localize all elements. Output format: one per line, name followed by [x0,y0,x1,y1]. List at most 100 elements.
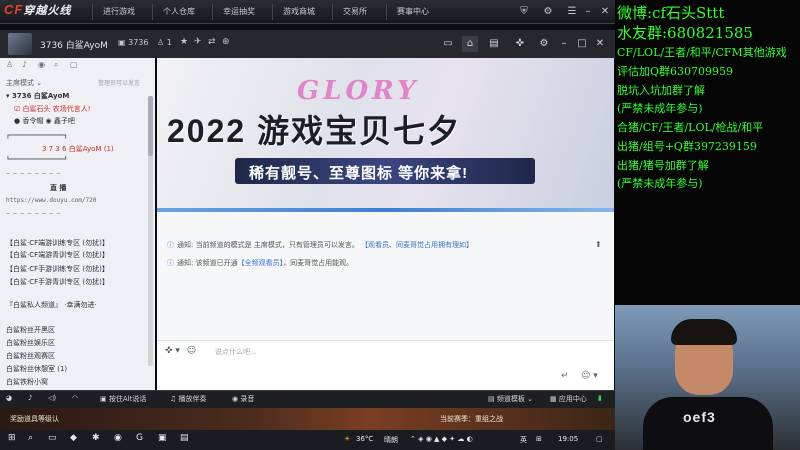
tab-store[interactable]: 游戏商城 [272,4,325,20]
tab-lucky-draw[interactable]: 幸运抽奖 [212,4,265,20]
list-item[interactable]: 『白鲨私人频道』 ·幸满勿进· [6,300,97,310]
promo-banner[interactable]: GLORY 2022 游戏宝贝七夕 稀有靓号、至尊图标 等你来拿! [157,58,614,212]
tray-icons[interactable]: ⌃ ◈ ◉ ▲ ◆ ✦ ☁ ◐ [410,435,473,443]
list-item[interactable]: 【白鲨·CF手游青训专区 (勿扰)】 [6,277,109,287]
game-background-strip: 奖励道具等级认 当前赛季：重组之战 [0,408,615,430]
ime-indicator[interactable]: 英 [520,435,527,445]
input-icon[interactable]: ⊞ [536,435,542,443]
close-icon[interactable]: ✕ [592,36,608,52]
search-icon[interactable]: ⌕ [54,60,58,70]
more-icon[interactable]: ⊕ [222,37,230,47]
minimize-icon[interactable]: – [580,4,596,20]
settings-icon[interactable]: ⚙ [540,4,556,20]
game-logo[interactable]: CF穿越火线 [4,2,71,18]
overlay-line: 评估加Q群630709959 [617,65,734,78]
screen: CF穿越火线 进行游戏 个人仓库 幸运抽奖 游戏商城 交易所 赛事中心 ⛨ ⚙ … [0,0,800,450]
logo-sub: 穿越火线 [23,5,72,17]
star-icon[interactable]: ★ [180,37,188,47]
emoji-picker-icon[interactable]: ☺ [187,346,196,356]
app-icon[interactable]: ✱ [92,433,100,443]
tab-exchange[interactable]: 交易所 [332,4,377,20]
banner-script: GLORY [297,76,420,106]
list-item[interactable]: ● 香令帽 ◉ 鑫子吧 [14,116,75,126]
gamepad-icon[interactable]: ✜ ▾ [165,346,180,356]
maximize-icon[interactable]: □ [574,36,590,52]
list-item[interactable]: 白鲨粉丝休憩室 (1) [6,364,67,374]
notice-label: 通知: [177,259,194,267]
member-count: ♙ 1 [157,38,172,47]
user-icon[interactable]: ♙ [6,60,13,69]
task-view-icon[interactable]: ▭ [48,433,57,443]
play-music-button[interactable]: ♫ 播放伴奏 [170,394,207,404]
chat-icon[interactable]: ▢ [70,60,78,69]
headset-icon[interactable]: ◠ [72,394,78,402]
list-item[interactable]: ☑ 白鲨石头 农场代言人! [14,104,91,114]
channel-root[interactable]: ▾ 3736 白鲨AyoM [6,91,69,101]
list-item[interactable]: 直 播 [50,183,66,193]
list-item[interactable]: 白鲨粉丝娱乐区 [6,338,55,348]
share-icon[interactable]: ⇄ [208,37,216,47]
weather-text[interactable]: 晴朗 [384,435,398,445]
clock[interactable]: 19:05 [558,435,578,443]
list-item[interactable]: 3 7 3 6 白鲨AyoM (1) [42,144,114,154]
windows-taskbar: ⊞ ⌕ ▭ ◆ ✱ ◉ G ▣ ▤ ☀ 36°C 晴朗 ⌃ ◈ ◉ ▲ ◆ ✦ … [0,430,615,450]
app-icon[interactable]: ▤ [180,433,189,443]
tab-events[interactable]: 赛事中心 [386,4,439,20]
mic-icon[interactable]: ♪ [28,394,32,402]
close-icon[interactable]: ✕ [597,4,613,20]
video-icon[interactable]: ▭ [440,36,456,52]
message-input[interactable] [215,344,545,360]
list-icon[interactable]: ▤ [486,36,502,52]
plane-icon[interactable]: ✈ [194,37,202,47]
app-icon[interactable]: G [136,433,143,443]
app-center-button[interactable]: ▦ 应用中心 [550,394,587,404]
sidebar-scroll-thumb[interactable] [148,96,153,156]
send-icon[interactable]: ↵ [561,371,569,381]
info-icon: ⓘ [167,241,174,249]
alt-talk-button[interactable]: ▣ 按住Alt说话 [100,394,146,404]
menu-icon[interactable]: ☰ [564,4,580,20]
tab-play[interactable]: 进行游戏 [92,4,145,20]
shield-icon[interactable]: ⛨ [516,4,532,20]
list-item[interactable]: 【白鲨·CF端游青训专区 (勿扰)】 [6,250,109,260]
banner-strip [157,208,614,212]
tab-inventory[interactable]: 个人仓库 [152,4,205,20]
gamepad-icon[interactable]: ✜ [512,36,528,52]
windows-start-icon[interactable]: ⊞ [8,433,16,443]
search-icon[interactable]: ⌕ [28,433,33,443]
overlay-line: 合猪/CF/王者/LOL/枪战/和平 [617,121,764,134]
notice-mode: ⓘ 通知: 当前频道的模式是 主席模式，只有管理员可以发言。 【观看员、同麦哥觉占… [167,240,473,250]
record-button[interactable]: ◉ 录音 [232,394,254,404]
speaker-icon[interactable]: ◁) [48,394,56,402]
list-item[interactable]: 白鲨铁粉小窝 [6,377,48,387]
channel-template-button[interactable]: ▤ 频道模板 ⌄ [488,394,533,404]
window-settings-icon[interactable]: ⚙ [536,36,552,52]
app-icon[interactable]: ◆ [70,433,77,443]
member-count-value: 1 [166,38,172,47]
list-item[interactable]: 白鲨粉丝观赛区 [6,351,55,361]
panda-icon[interactable]: ◕ [6,394,12,402]
emoji-icon[interactable]: ☺ ▾ [581,371,598,381]
home-icon[interactable]: ⌂ [462,36,478,52]
overlay-line: CF/LOL/王者/和平/CFM其他游戏 [617,46,787,59]
list-item[interactable]: 白鲨粉丝开黑区 [6,325,55,335]
notice-highlight[interactable]: 【全频观看员】 [238,259,284,267]
banner-title: 2022 游戏宝贝七夕 [167,113,462,149]
location-icon[interactable]: ◉ [38,60,45,69]
app-icon[interactable]: ▣ [158,433,167,443]
list-item[interactable]: 【白鲨·CF端游训练专区 (勿扰)】 [6,238,109,248]
temperature[interactable]: 36°C [356,435,373,443]
mode-selector[interactable]: 主席模式 ⌄ [6,78,42,88]
avatar[interactable] [8,33,32,55]
notice-highlight[interactable]: 【观看员、同麦哥觉占用拥有理如】 [361,241,473,249]
notification-icon[interactable]: ▢ [596,435,603,443]
notice-text: 该频道已开通 [195,259,238,267]
app-icon[interactable]: ◉ [114,433,122,443]
notice-up-arrow-icon[interactable]: ⬆ [595,240,602,249]
mic-icon[interactable]: ♪ [22,60,27,69]
list-item[interactable]: https://www.douyu.com/720 [6,197,96,204]
minimize-icon[interactable]: – [556,36,572,52]
list-item[interactable]: 【白鲨·CF手游训练专区 (勿扰)】 [6,264,109,274]
overlay-fan-group: 水友群:680821585 [617,24,753,42]
person-icon: ♙ [157,38,167,47]
